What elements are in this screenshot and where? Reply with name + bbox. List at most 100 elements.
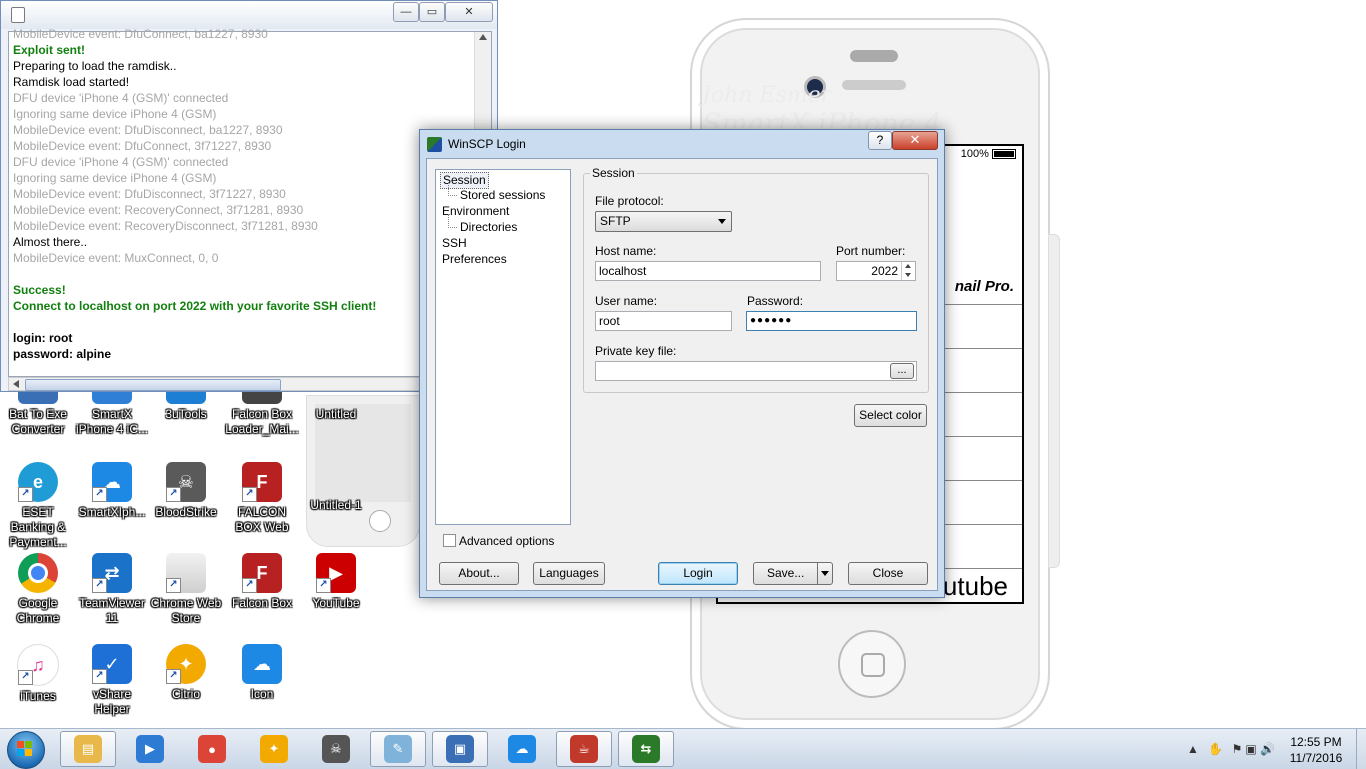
shortcut-arrow-icon: ↗ <box>316 578 331 593</box>
taskbar-app-explorer[interactable]: ▤ <box>60 731 116 767</box>
desktop-icon-google-chrome[interactable]: Google Chrome <box>0 553 76 626</box>
taskbar-app-notepad[interactable]: ✎ <box>370 731 426 767</box>
desktop-icon-smartxiphone[interactable]: ☁ ↗ SmartXIph... <box>74 462 150 520</box>
shortcut-arrow-icon: ↗ <box>18 670 33 685</box>
browse-key-button[interactable]: ... <box>890 363 914 379</box>
desktop-icon-label: SmartXIph... <box>78 505 146 519</box>
tree-item-stored-sessions[interactable]: Stored sessions <box>447 182 545 203</box>
network-icon[interactable]: ▣ <box>1244 742 1258 756</box>
shortcut-arrow-icon: ↗ <box>166 669 181 684</box>
notepad-icon: ✎ <box>384 735 412 763</box>
taskbar-app-chrome[interactable]: ● <box>184 731 240 767</box>
desktop-icon-icon[interactable]: ☁ Icon <box>224 644 300 702</box>
spin-up-icon[interactable] <box>905 264 911 268</box>
close-button[interactable]: Close <box>848 562 928 585</box>
chrome-center <box>28 563 48 583</box>
phone-bottom-text: utube <box>942 571 1008 601</box>
desktop-icon-falcon-box[interactable]: F ↗ Falcon Box <box>224 553 300 611</box>
log-line: login: root <box>13 331 73 345</box>
file-protocol-select[interactable]: SFTP <box>595 211 732 232</box>
desktop-icon-eset[interactable]: e ↗ ESET Banking & Payment... <box>0 462 76 550</box>
eset-glyph: e <box>32 471 43 492</box>
desktop-icon-label: SmartX iPhone 4 iC... <box>75 407 149 436</box>
desktop-icon-itunes[interactable]: ♫ ↗ iTunes <box>0 644 76 704</box>
about-button[interactable]: About... <box>439 562 519 585</box>
desktop-icon-vshare[interactable]: ✓ ↗ vShare Helper <box>74 644 150 717</box>
clock[interactable]: 12:55 PM 11/7/2016 <box>1288 734 1344 766</box>
tree-item-preferences[interactable]: Preferences <box>442 252 507 267</box>
desktop-icon-label: ESET Banking & Payment... <box>9 505 67 549</box>
chrome-icon <box>18 553 58 593</box>
user-name-input[interactable]: root <box>595 311 732 331</box>
password-input[interactable]: ●●●●●● <box>746 311 917 331</box>
winscp-login-dialog: WinSCP Login ? ✕ Session Stored sessions… <box>419 129 945 598</box>
log-line: Success! <box>13 283 66 297</box>
battery-icon <box>992 149 1016 160</box>
dialog-close-button[interactable]: ✕ <box>892 131 938 150</box>
cloud-icon: ☁ ↗ <box>92 462 132 502</box>
spin-down-icon[interactable] <box>905 273 911 277</box>
show-desktop-button[interactable] <box>1356 729 1366 769</box>
maximize-button[interactable]: ▭ <box>419 2 445 22</box>
desktop-icon-citrio[interactable]: ✦ ↗ Citrio <box>148 644 224 702</box>
taskbar-app-java[interactable]: ☕ <box>556 731 612 767</box>
antivirus-icon[interactable]: ✋ <box>1208 742 1223 756</box>
desktop-icon-chrome-web-store[interactable]: ↗ Chrome Web Store <box>148 553 224 626</box>
tree-item-ssh[interactable]: SSH <box>442 236 467 251</box>
taskbar-app-citrio[interactable]: ✦ <box>246 731 302 767</box>
close-icon: ✕ <box>909 132 921 147</box>
horizontal-scroll-thumb[interactable] <box>25 379 281 391</box>
desktop-icon-untitled-1[interactable]: Untitled-1 <box>298 455 374 513</box>
taskbar-app-smartx[interactable]: ▣ <box>432 731 488 767</box>
desktop-icon-label: TeamViewer 11 <box>79 596 145 625</box>
close-button[interactable]: ✕ <box>445 2 493 22</box>
save-button[interactable]: Save... <box>753 562 833 585</box>
watermark-line-1: John Esmer <box>702 83 832 108</box>
show-hidden-icons-icon[interactable]: ▲ <box>1186 742 1200 756</box>
desktop-icon-youtube[interactable]: ▶ ↗ YouTube <box>298 553 374 611</box>
phone-row-divider <box>932 304 1022 305</box>
cloud-glyph: ☁ <box>253 653 271 674</box>
port-spinner[interactable] <box>901 262 915 280</box>
minimize-button[interactable]: — <box>393 2 419 22</box>
vshare-icon: ✓ ↗ <box>92 644 132 684</box>
login-button[interactable]: Login <box>658 562 738 585</box>
volume-icon[interactable]: 🔊 <box>1260 742 1275 756</box>
shortcut-arrow-icon: ↗ <box>242 487 257 502</box>
media-player-icon: ▶ <box>136 735 164 763</box>
scroll-left-icon[interactable] <box>13 380 19 388</box>
private-key-input[interactable] <box>595 361 917 381</box>
tree-item-directories[interactable]: Directories <box>447 214 517 235</box>
desktop-icon-falcon-box-web[interactable]: F ↗ FALCON BOX Web <box>224 462 300 535</box>
action-center-icon[interactable]: ⚑ <box>1230 742 1244 756</box>
advanced-options-label[interactable]: Advanced options <box>459 534 554 548</box>
log-line: Almost there.. <box>13 235 88 249</box>
clock-time: 12:55 PM <box>1290 735 1342 749</box>
desktop-icon-label: Chrome Web Store <box>150 596 222 625</box>
save-dropdown-icon[interactable] <box>817 563 832 584</box>
desktop-icon-label: vShare Helper <box>92 687 132 716</box>
help-button[interactable]: ? <box>868 131 892 150</box>
session-group-title: Session <box>590 166 637 180</box>
desktop-icon-teamviewer[interactable]: ⇄ ↗ TeamViewer 11 <box>74 553 150 626</box>
log-window-titlebar[interactable]: — ▭ ✕ <box>1 1 497 29</box>
windows-flag-icon <box>17 741 33 756</box>
languages-button[interactable]: Languages <box>533 562 605 585</box>
port-number-input[interactable]: 2022 <box>836 261 916 281</box>
host-name-input[interactable]: localhost <box>595 261 821 281</box>
taskbar-app-icloud[interactable]: ☁ <box>494 731 550 767</box>
start-button[interactable] <box>4 730 48 769</box>
falcon-icon: F ↗ <box>242 553 282 593</box>
desktop-icon-bloodstrike[interactable]: ☠ ↗ BloodStrike <box>148 462 224 520</box>
desktop-icon-label: Citrio <box>171 687 200 701</box>
log-lines: MobileDevice event: DfuConnect, ba1227, … <box>13 26 473 362</box>
advanced-options-checkbox[interactable] <box>443 534 456 547</box>
scroll-up-icon[interactable] <box>479 34 487 40</box>
youtube-icon: ▶ ↗ <box>316 553 356 593</box>
taskbar-app-media-player[interactable]: ▶ <box>122 731 178 767</box>
select-color-button[interactable]: Select color <box>854 404 927 427</box>
winscp-icon: ⇆ <box>632 735 660 763</box>
taskbar-app-winscp[interactable]: ⇆ <box>618 731 674 767</box>
taskbar-app-bloodstrike[interactable]: ☠ <box>308 731 364 767</box>
